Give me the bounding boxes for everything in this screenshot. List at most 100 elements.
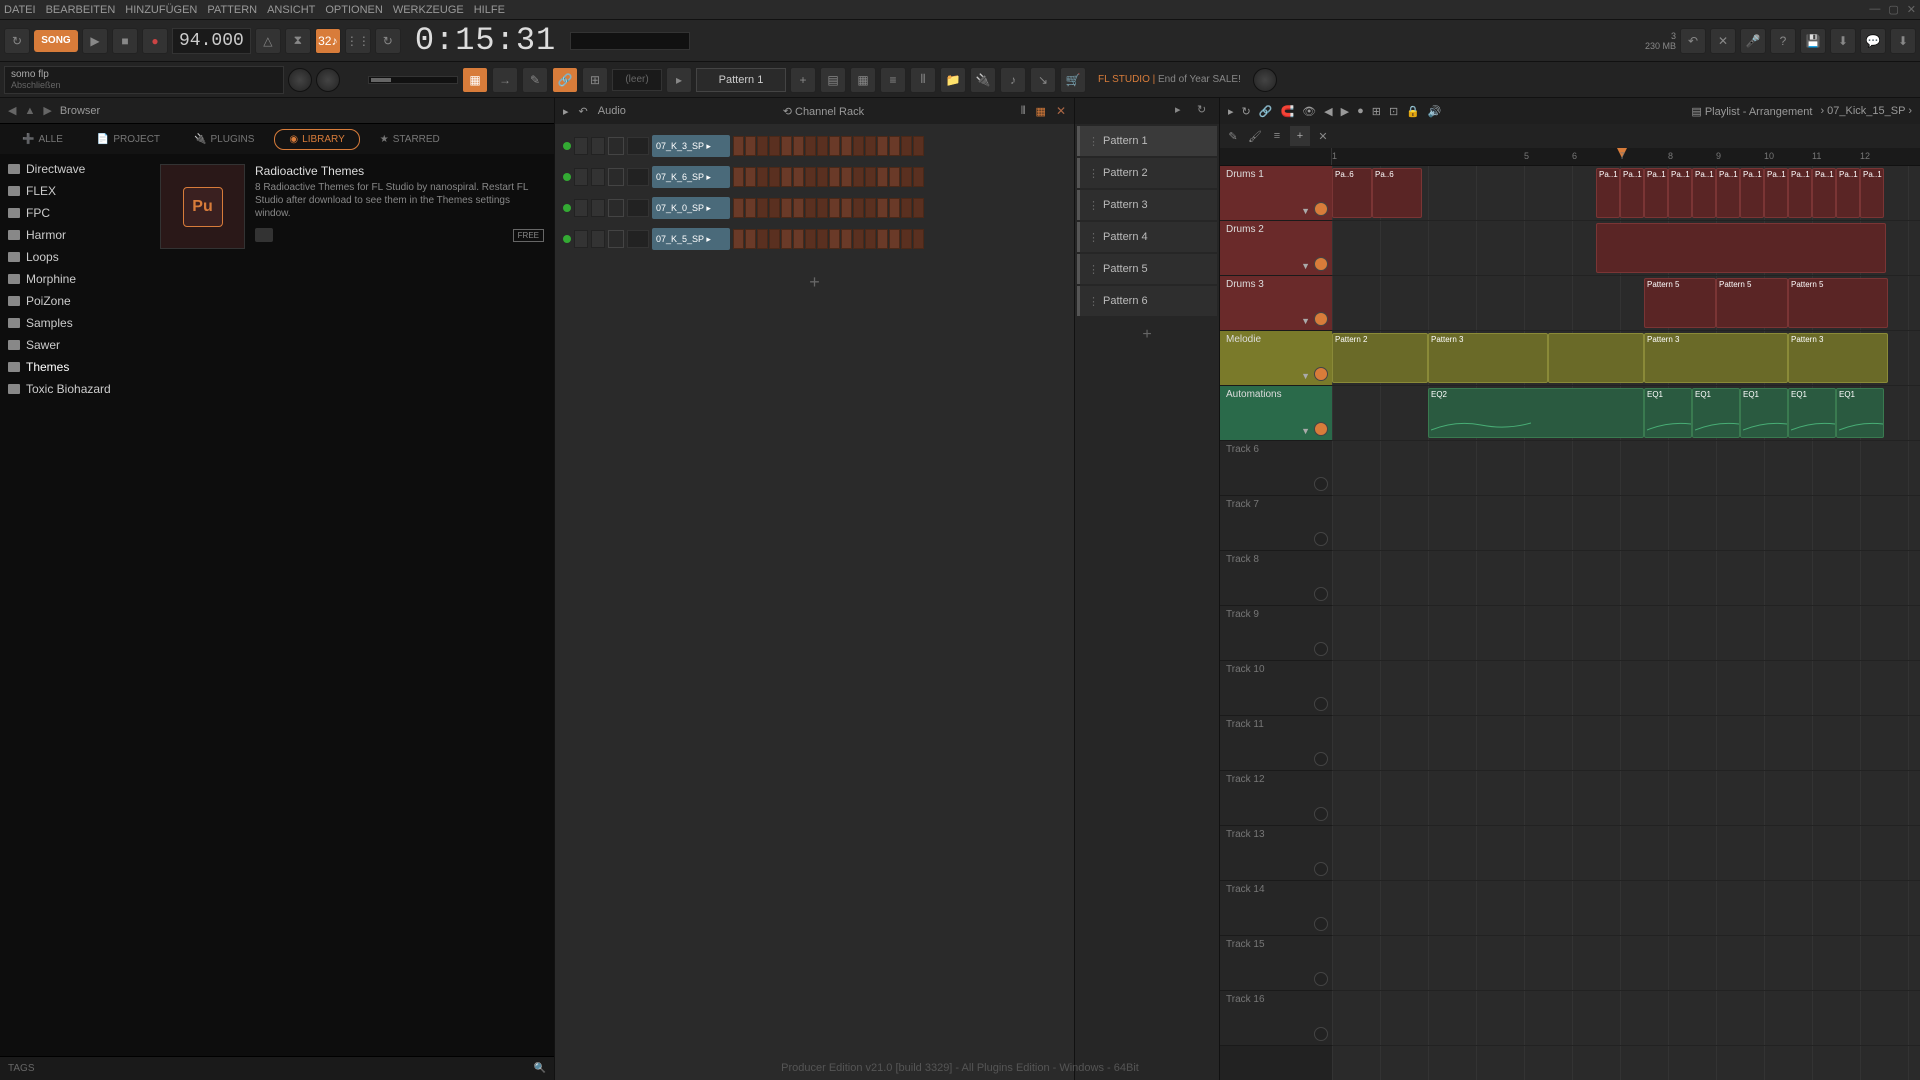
undo-icon[interactable]: ↶ <box>1680 28 1706 54</box>
tab-plugins[interactable]: 🔌PLUGINS <box>180 130 268 149</box>
pl-link-icon[interactable]: 🔗 <box>1259 105 1273 118</box>
clip[interactable]: EQ2 <box>1428 388 1644 438</box>
pattern-item[interactable]: ⋮Pattern 5 <box>1077 254 1217 284</box>
step-button[interactable] <box>853 198 864 218</box>
channel-led[interactable] <box>563 173 571 181</box>
channel-select[interactable] <box>608 137 624 155</box>
render-icon[interactable]: ⬇ <box>1830 28 1856 54</box>
tab-starred[interactable]: ★STARRED <box>366 130 454 149</box>
step-button[interactable] <box>913 167 924 187</box>
tree-flex[interactable]: FLEX <box>0 180 150 202</box>
step-button[interactable] <box>913 198 924 218</box>
playlist-lane[interactable]: Pa..6Pa..6Pa..1Pa..1Pa..1Pa..1Pa..1Pa..1… <box>1332 166 1920 221</box>
tab-project[interactable]: 📄PROJECT <box>83 130 174 149</box>
drag-handle-icon[interactable]: ⋮ <box>1088 231 1099 244</box>
channel-name[interactable]: 07_K_5_SP ▸ <box>652 228 730 250</box>
tool-close-icon[interactable]: ↘ <box>1030 67 1056 93</box>
menu-werkzeuge[interactable]: WERKZEUGE <box>393 4 464 16</box>
step-button[interactable] <box>757 229 768 249</box>
tool-browser-icon[interactable]: 📁 <box>940 67 966 93</box>
track-mute-button[interactable] <box>1314 422 1328 436</box>
pp-menu-icon[interactable]: ▸ <box>1175 103 1191 119</box>
step-button[interactable] <box>865 229 876 249</box>
tool-plugin-icon[interactable]: 🔌 <box>970 67 996 93</box>
play-button[interactable]: ▶ <box>82 28 108 54</box>
channel-led[interactable] <box>563 142 571 150</box>
track-close-icon[interactable]: ✕ <box>1314 127 1332 145</box>
step-button[interactable] <box>877 229 888 249</box>
step-button[interactable] <box>829 167 840 187</box>
view-browser-button[interactable]: ⊞ <box>582 67 608 93</box>
clip[interactable]: Pa..1 <box>1692 168 1716 218</box>
loop-icon[interactable]: ↻ <box>375 28 401 54</box>
track-mute-button[interactable] <box>1314 257 1328 271</box>
step-button[interactable] <box>829 229 840 249</box>
wait-icon[interactable]: ⧗ <box>285 28 311 54</box>
pl-lock-icon[interactable]: 🔒 <box>1406 105 1420 118</box>
clip[interactable]: EQ1 <box>1740 388 1788 438</box>
step-button[interactable] <box>877 167 888 187</box>
pl-zoom-icon[interactable]: ⊞ <box>1372 105 1381 118</box>
drag-handle-icon[interactable]: ⋮ <box>1088 295 1099 308</box>
tool-paint-icon[interactable]: 🖌 <box>1246 127 1264 145</box>
drag-handle-icon[interactable]: ⋮ <box>1088 167 1099 180</box>
clip[interactable]: Pa..1 <box>1836 168 1860 218</box>
pl-eye-icon[interactable]: 👁 <box>1302 105 1316 118</box>
playlist-lane[interactable] <box>1332 826 1920 881</box>
drag-handle-icon[interactable]: ⋮ <box>1088 263 1099 276</box>
channel-rack-icon[interactable]: ≡ <box>880 67 906 93</box>
drag-handle-icon[interactable]: ⋮ <box>1088 135 1099 148</box>
channel-led[interactable] <box>563 235 571 243</box>
countdown-icon[interactable]: 32♪ <box>315 28 341 54</box>
main-pitch-knob[interactable] <box>316 68 340 92</box>
chevron-down-icon[interactable]: ▼ <box>1301 316 1310 326</box>
clip[interactable]: Pattern 2 <box>1332 333 1428 383</box>
chevron-down-icon[interactable]: ▼ <box>1301 426 1310 436</box>
step-button[interactable] <box>841 198 852 218</box>
pp-refresh-icon[interactable]: ↻ <box>1197 103 1213 119</box>
channel-mute[interactable] <box>574 137 588 155</box>
playlist-view-icon[interactable]: ▤ <box>820 67 846 93</box>
stop-button[interactable]: ■ <box>112 28 138 54</box>
step-button[interactable] <box>817 198 828 218</box>
track-header[interactable]: Track 7 <box>1220 496 1332 551</box>
step-button[interactable] <box>865 136 876 156</box>
clip[interactable]: EQ1 <box>1788 388 1836 438</box>
track-mute-button[interactable] <box>1314 862 1328 876</box>
pl-fit-icon[interactable]: ⊡ <box>1389 105 1398 118</box>
step-button[interactable] <box>829 198 840 218</box>
pattern-item[interactable]: ⋮Pattern 2 <box>1077 158 1217 188</box>
playlist-lane[interactable] <box>1332 771 1920 826</box>
tree-samples[interactable]: Samples <box>0 312 150 334</box>
sync-icon[interactable]: ↻ <box>4 28 30 54</box>
step-button[interactable] <box>781 229 792 249</box>
channel-slot[interactable] <box>627 230 649 248</box>
tab-alle[interactable]: ➕ALLE <box>8 130 77 149</box>
dropdown-arrow-icon[interactable]: ▸ <box>666 67 692 93</box>
clip[interactable]: Pa..1 <box>1860 168 1884 218</box>
step-button[interactable] <box>853 136 864 156</box>
theme-card[interactable]: Pu Radioactive Themes 8 Radioactive Them… <box>160 164 544 249</box>
pattern-add-button[interactable]: + <box>1075 318 1219 352</box>
track-header[interactable]: Track 13 <box>1220 826 1332 881</box>
clip[interactable]: Pa..1 <box>1596 168 1620 218</box>
tree-poizone[interactable]: PoiZone <box>0 290 150 312</box>
track-header[interactable]: Track 8 <box>1220 551 1332 606</box>
tree-harmor[interactable]: Harmor <box>0 224 150 246</box>
channel-name[interactable]: 07_K_0_SP ▸ <box>652 197 730 219</box>
channel-name[interactable]: 07_K_3_SP ▸ <box>652 135 730 157</box>
piano-roll-icon[interactable]: ▦ <box>850 67 876 93</box>
playlist-lane[interactable] <box>1332 441 1920 496</box>
clip[interactable]: EQ1 <box>1644 388 1692 438</box>
channel-pan-knob[interactable] <box>591 168 605 186</box>
tree-morphine[interactable]: Morphine <box>0 268 150 290</box>
settings-icon[interactable]: ✕ <box>1710 28 1736 54</box>
view-link-button[interactable]: 🔗 <box>552 67 578 93</box>
playlist-lane[interactable] <box>1332 936 1920 991</box>
chevron-down-icon[interactable]: ▼ <box>1301 371 1310 381</box>
maximize-icon[interactable]: ▢ <box>1888 3 1898 16</box>
playlist-lane[interactable] <box>1332 661 1920 716</box>
step-button[interactable] <box>817 167 828 187</box>
pattern-item[interactable]: ⋮Pattern 1 <box>1077 126 1217 156</box>
clip[interactable]: Pa..6 <box>1372 168 1422 218</box>
